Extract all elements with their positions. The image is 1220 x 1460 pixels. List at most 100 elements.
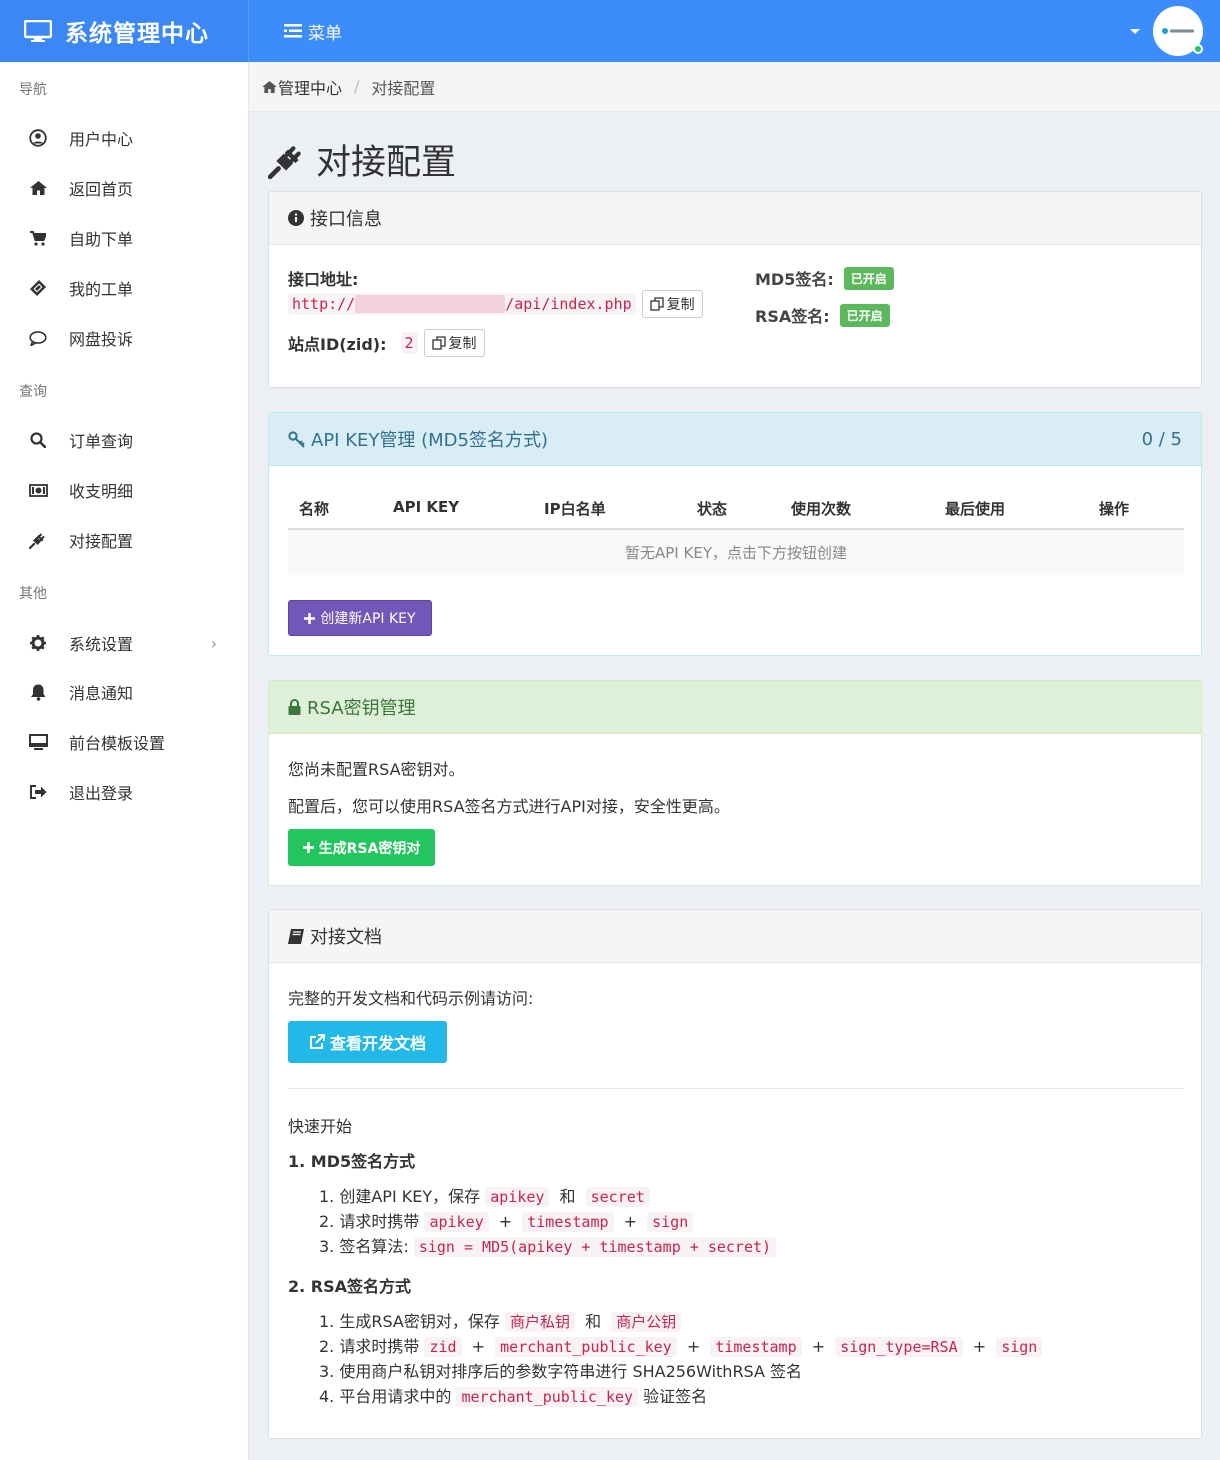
sidebar-item-order-query[interactable]: 订单查询 — [0, 420, 249, 460]
step-text: 3. 使用商户私钥对排序后的参数字符串进行 SHA256WithRSA 签名 — [319, 1362, 803, 1381]
plus-sign: + — [686, 1337, 701, 1356]
avatar[interactable] — [1153, 6, 1203, 56]
list-item: 4. 平台用请求中的 merchant_public_key 验证签名 — [319, 1384, 1042, 1409]
copy-zid-button[interactable]: 复制 — [423, 329, 485, 357]
inline-code: apikey — [485, 1187, 550, 1207]
rsa-not-configured-text: 您尚未配置RSA密钥对。 — [288, 760, 465, 779]
copy-label: 复制 — [666, 297, 695, 313]
inline-code: 商户公钥 — [611, 1312, 682, 1332]
external-link-icon — [309, 1034, 325, 1049]
rsa-status-badge: 已开启 — [839, 303, 890, 327]
generate-rsa-button[interactable]: 生成RSA密钥对 — [288, 829, 435, 866]
breadcrumb-home-link[interactable]: 管理中心 — [278, 75, 342, 99]
create-apikey-label: 创建新API KEY — [320, 611, 416, 627]
quick-start-heading: 快速开始 — [288, 1117, 353, 1136]
brand-title: 系统管理中心 — [65, 21, 209, 47]
view-docs-button[interactable]: 查看开发文档 — [288, 1021, 447, 1063]
plus-sign: + — [471, 1337, 486, 1356]
inline-code: apikey — [424, 1212, 489, 1232]
menu-toggle-button[interactable]: 菜单 — [284, 19, 342, 44]
sidebar-item-label: 网盘投诉 — [69, 330, 134, 349]
docs-panel-header: 对接文档 — [269, 910, 1201, 963]
sidebar-item-finance[interactable]: 收支明细 — [0, 470, 249, 510]
sidebar-item-home[interactable]: 返回首页 — [0, 168, 249, 208]
list-item: 2. 请求时携带 apikey + timestamp + sign — [319, 1209, 776, 1234]
create-apikey-button[interactable]: 创建新API KEY — [288, 600, 432, 636]
copy-label: 复制 — [448, 336, 477, 352]
plus-sign: + — [811, 1337, 826, 1356]
rsa-steps-list: 1. 生成RSA密钥对，保存 商户私钥 和 商户公钥 2. 请求时携带 zid … — [319, 1309, 1043, 1409]
sidebar-item-complaint[interactable]: 网盘投诉 — [0, 318, 249, 358]
inline-code: sign — [996, 1337, 1043, 1357]
step-text: 2. 请求时携带 — [319, 1212, 420, 1231]
ticket-icon — [28, 278, 48, 298]
inline-code: timestamp — [522, 1212, 614, 1232]
inline-code: merchant_public_key — [495, 1337, 677, 1357]
apikey-panel-header: API KEY管理 (MD5签名方式) 0 / 5 — [269, 413, 1201, 466]
sidebar-item-label: 前台模板设置 — [69, 734, 166, 753]
column-header: 最后使用 — [945, 500, 1006, 518]
md5-sign-row: MD5签名: 已开启 — [755, 266, 894, 290]
generate-rsa-label: 生成RSA密钥对 — [318, 840, 421, 857]
sidebar-item-tickets[interactable]: 我的工单 — [0, 268, 249, 308]
sidebar-item-notifications[interactable]: 消息通知 — [0, 672, 249, 712]
sidebar-item-template-settings[interactable]: 前台模板设置 — [0, 722, 249, 762]
page-title-text: 对接配置 — [316, 143, 457, 183]
plus-sign: + — [972, 1337, 987, 1356]
column-header: API KEY — [393, 498, 460, 516]
list-item: 3. 使用商户私钥对排序后的参数字符串进行 SHA256WithRSA 签名 — [319, 1359, 1042, 1384]
docs-intro-text: 完整的开发文档和代码示例请访问: — [288, 989, 534, 1008]
sidebar-item-label: 返回首页 — [69, 180, 134, 199]
step-text: 1. 创建API KEY，保存 — [319, 1187, 481, 1206]
user-circle-icon — [28, 128, 48, 148]
apikey-panel-title: API KEY管理 (MD5签名方式) — [311, 430, 548, 451]
info-circle-icon — [288, 210, 304, 226]
sidebar-item-logout[interactable]: 退出登录 — [0, 772, 249, 812]
cart-icon — [28, 228, 48, 248]
sidebar-item-user-center[interactable]: 用户中心 — [0, 118, 249, 158]
list-item: 2. 请求时携带 zid + merchant_public_key + tim… — [319, 1334, 1043, 1359]
column-header: 操作 — [1099, 500, 1130, 518]
sidebar-item-label: 消息通知 — [69, 684, 134, 703]
home-icon — [28, 178, 48, 198]
copy-icon — [431, 336, 446, 350]
sidebar-item-system-settings[interactable]: 系统设置 › — [0, 623, 249, 663]
breadcrumb: 管理中心 / 对接配置 — [249, 62, 1220, 112]
sidebar-item-label: 我的工单 — [69, 280, 134, 299]
top-header: 系统管理中心 菜单 — [0, 0, 1220, 62]
apikey-count: 0 / 5 — [1141, 428, 1182, 450]
menu-label: 菜单 — [308, 23, 342, 44]
bell-icon — [28, 682, 48, 702]
plug-icon — [28, 530, 48, 550]
step-text: 验证签名 — [643, 1387, 708, 1406]
sidebar-item-integration[interactable]: 对接配置 — [0, 520, 249, 560]
site-id-row: 站点ID(zid): 2 复制 — [288, 329, 485, 357]
apikey-table-header: 名称 API KEY IP白名单 状态 使用次数 最后使用 操作 — [288, 491, 1184, 530]
sidebar-item-label: 对接配置 — [69, 532, 134, 551]
copy-url-button[interactable]: 复制 — [641, 290, 703, 318]
list-icon — [284, 24, 302, 38]
sidebar-section-query: 查询 — [19, 384, 47, 400]
inline-code: timestamp — [710, 1337, 802, 1357]
sidebar-item-label: 系统设置 — [69, 635, 134, 654]
redacted-domain — [355, 295, 506, 313]
md5-method-heading: 1. MD5签名方式 — [288, 1152, 416, 1171]
site-id-label: 站点ID(zid): — [288, 335, 387, 354]
sidebar-item-self-order[interactable]: 自助下单 — [0, 218, 249, 258]
sidebar-section-other: 其他 — [19, 586, 47, 602]
lock-icon — [288, 699, 301, 715]
plus-icon — [304, 612, 316, 624]
chevron-down-icon[interactable] — [1130, 28, 1140, 34]
inline-code: sign — [647, 1212, 694, 1232]
sidebar-item-label: 收支明细 — [69, 482, 134, 501]
rsa-panel-title: RSA密钥管理 — [307, 698, 416, 719]
brand[interactable]: 系统管理中心 — [0, 0, 249, 62]
chevron-right-icon: › — [210, 633, 217, 653]
main-content: 管理中心 / 对接配置 对接配置 接口信息 接口地址: http:// /api… — [249, 62, 1220, 1439]
api-url-prefix: http:// — [292, 295, 356, 313]
step-text: 和 — [585, 1312, 602, 1331]
inline-code: sign_type=RSA — [835, 1337, 963, 1357]
rsa-panel: RSA密钥管理 您尚未配置RSA密钥对。 配置后，您可以使用RSA签名方式进行A… — [268, 680, 1202, 886]
column-header: IP白名单 — [544, 500, 606, 518]
breadcrumb-separator: / — [354, 77, 360, 96]
